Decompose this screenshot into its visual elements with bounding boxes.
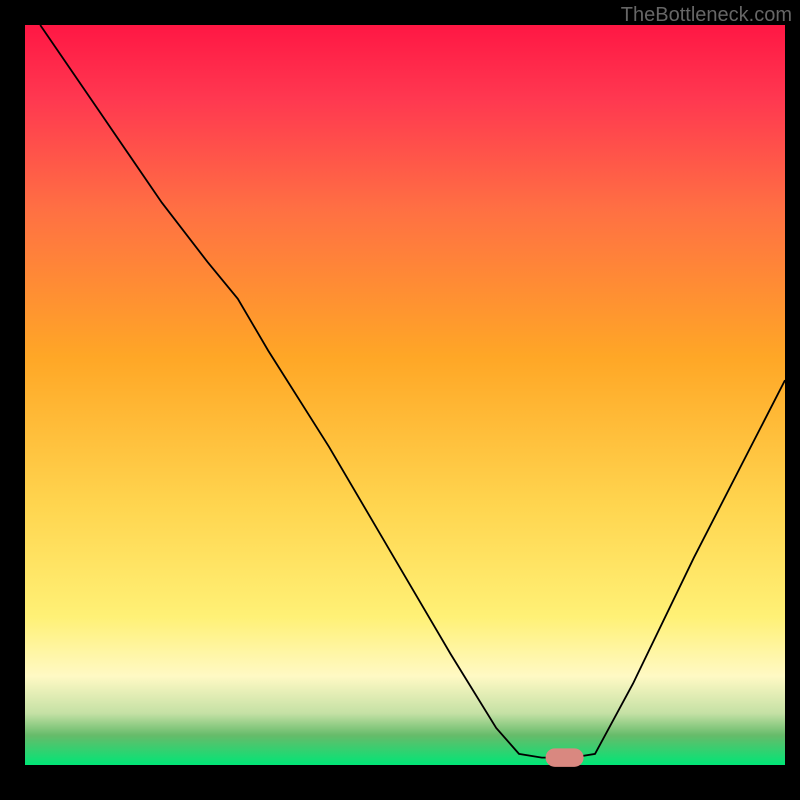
- target-marker: [546, 748, 584, 767]
- plot-background: [25, 25, 785, 765]
- chart-container: TheBottleneck.com: [0, 0, 800, 800]
- bottleneck-chart: [0, 0, 800, 800]
- watermark-text: TheBottleneck.com: [621, 4, 792, 27]
